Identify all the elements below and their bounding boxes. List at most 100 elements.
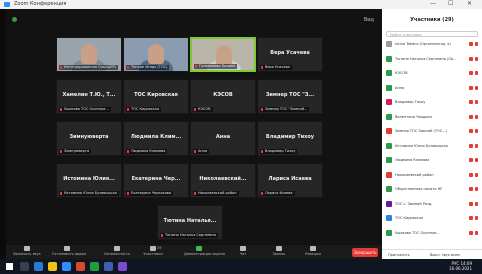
participant-tile[interactable]: Зимнуюверта Зимнуюверта: [56, 121, 122, 156]
participant-list-item[interactable]: КЭСОВ: [382, 68, 482, 79]
mic-muted-icon[interactable]: [475, 129, 478, 133]
video-off-icon[interactable]: [469, 187, 473, 191]
search-taskbar-icon[interactable]: [20, 262, 29, 271]
participant-list-item[interactable]: Николаевский район: [382, 170, 482, 181]
mic-muted-icon[interactable]: [475, 143, 478, 148]
window-title: Zoom Конференция: [14, 1, 67, 7]
mic-muted-icon[interactable]: [475, 172, 478, 177]
meeting-info-icon[interactable]: [12, 17, 17, 22]
video-off-icon[interactable]: [469, 216, 473, 220]
mute-all-button[interactable]: Выкл. звук всем: [430, 253, 460, 257]
file-explorer-icon[interactable]: [48, 262, 57, 271]
participant-tile[interactable]: Лариса Исаева Лариса Исаева: [257, 163, 323, 198]
participant-list-item[interactable]: Анна: [382, 83, 482, 94]
video-off-icon[interactable]: [469, 114, 473, 119]
video-off-icon[interactable]: [469, 158, 473, 162]
participant-tile[interactable]: Анна Анна: [190, 121, 256, 156]
mic-muted-icon[interactable]: [475, 100, 478, 104]
chat-button[interactable]: Чат: [228, 246, 258, 259]
video-off-icon[interactable]: [469, 42, 473, 46]
excel-app-icon[interactable]: [90, 262, 99, 271]
participant-tile[interactable]: Екатерина Чер... Екатерина Черкасова: [123, 163, 189, 198]
record-button[interactable]: Запись: [264, 246, 294, 259]
mic-muted-icon[interactable]: [475, 85, 478, 90]
toolbar-label: Запись: [272, 252, 286, 256]
video-off-icon[interactable]: [469, 201, 473, 206]
video-off-icon[interactable]: [469, 71, 473, 75]
participant-tile[interactable]: Тютина Наталья... Тютина Наталья Сергеевн…: [157, 205, 223, 240]
participant-list-item[interactable]: ТОС Кировская: [382, 213, 482, 224]
maximize-button[interactable]: ☐: [448, 0, 453, 7]
participant-tile[interactable]: Людмила Клим... Людмила Климова: [123, 121, 189, 156]
participant-list-item[interactable]: Общественная палата НР: [382, 184, 482, 195]
zoom-taskbar-icon[interactable]: [62, 262, 71, 271]
reactions-button[interactable]: Реакции: [298, 246, 328, 259]
participants-button[interactable]: Участники 29: [138, 246, 168, 259]
mic-muted-icon[interactable]: [475, 201, 478, 206]
video-off-icon[interactable]: [469, 230, 473, 235]
participant-tile[interactable]: Вера Усачева Вера Усачева: [257, 37, 323, 72]
view-button[interactable]: Вид: [364, 17, 374, 23]
participant-list-item[interactable]: Ушакова ТОС Окопное...: [382, 228, 482, 239]
edge-browser-icon[interactable]: [34, 262, 43, 271]
participant-name-label: ТОС Кировская: [126, 107, 161, 112]
mic-muted-icon[interactable]: [475, 56, 478, 61]
mic-muted-icon[interactable]: [475, 42, 478, 46]
participant-list-item[interactable]: Валентина Чердыня: [382, 112, 482, 123]
participant-list-item[interactable]: Людмила Климова: [382, 155, 482, 166]
participant-tile-name: КЭСОВ: [213, 92, 233, 98]
meeting-toolbar: Включить звук Остановить видео Безопасност…: [6, 245, 382, 259]
participant-list-item[interactable]: Истомина Юлия Бузавыцкая: [382, 141, 482, 152]
participant-avatar: [386, 157, 392, 163]
participant-tile[interactable]: Тенкин Игорь (ТОС): [123, 37, 189, 72]
mic-muted-icon[interactable]: [475, 71, 478, 75]
mic-muted-icon[interactable]: [475, 230, 478, 235]
participant-tile[interactable]: Владимир Тихоу Владимир Тихоу: [257, 121, 323, 156]
security-icon: [114, 246, 120, 251]
participant-list-item[interactable]: Владимир Тихоу: [382, 97, 482, 108]
participant-name-label: Вера Усачева: [260, 65, 292, 70]
participant-avatar: [386, 171, 392, 178]
participant-list-item[interactable]: Iutina Tatiana (Организатор, я): [382, 39, 482, 50]
participant-name-label: Ушакова ТОС Окопное...: [59, 107, 111, 112]
video-off-icon[interactable]: [469, 100, 473, 104]
close-button[interactable]: ✕: [467, 0, 472, 7]
participant-tile[interactable]: Хамелин Т.Ю., Т... Ушакова ТОС Окопное...: [56, 79, 122, 114]
word-app-icon[interactable]: [104, 262, 113, 271]
clock-date: 16.06.2021: [449, 266, 472, 271]
participant-tile[interactable]: ТОС Кировская ТОС Кировская: [123, 79, 189, 114]
participant-search-input[interactable]: Найти участника: [386, 31, 478, 37]
invite-button[interactable]: Пригласить: [388, 253, 410, 257]
participant-list-item[interactable]: ТОС с. Зимний Разд.: [382, 199, 482, 210]
chat-icon: [240, 246, 246, 251]
share-screen-button[interactable]: Демонстрация экрана: [184, 246, 225, 259]
mic-muted-icon[interactable]: [475, 158, 478, 162]
stop-video-button[interactable]: Остановить видео: [52, 246, 86, 259]
participant-list-item[interactable]: Тютина Наталья Сергеевна (Ор...: [382, 54, 482, 65]
participant-list-item[interactable]: Зимнер ТОС Зимний (ТОС...): [382, 126, 482, 137]
end-meeting-button[interactable]: Завершить: [352, 248, 378, 257]
participant-tile[interactable]: Голованова Полина: [190, 37, 256, 72]
participant-tile-name: ТОС Кировская: [134, 92, 178, 98]
security-button[interactable]: Безопасность: [102, 246, 132, 259]
viber-app-icon[interactable]: [118, 262, 127, 271]
unmute-button[interactable]: Включить звук: [12, 246, 42, 259]
mic-muted-icon[interactable]: [475, 187, 478, 191]
mic-muted-icon[interactable]: [475, 216, 478, 220]
start-menu-icon[interactable]: [6, 263, 13, 270]
mic-muted-icon[interactable]: [475, 114, 478, 119]
participant-tile[interactable]: КЭСОВ КЭСОВ: [190, 79, 256, 114]
video-off-icon[interactable]: [469, 56, 473, 61]
minimize-button[interactable]: —: [430, 0, 436, 7]
video-off-icon[interactable]: [469, 129, 473, 133]
participant-tile[interactable]: Николаевский... Николаевский район: [190, 163, 256, 198]
participant-tile[interactable]: Интегрированная Ольга(ЕР): [56, 37, 122, 72]
office-app-icon[interactable]: [76, 262, 85, 271]
participant-tile[interactable]: Зимнер ТОС "З... Зимнер ТОС "Зимний...: [257, 79, 323, 114]
unmute-icon: [24, 246, 30, 251]
participant-tile[interactable]: Истомина Юлия... Истомина Юлия Бузавыцкая: [56, 163, 122, 198]
video-off-icon[interactable]: [469, 143, 473, 148]
video-off-icon[interactable]: [469, 172, 473, 177]
video-off-icon[interactable]: [469, 85, 473, 90]
participant-name-label: Интегрированная Ольга(ЕР): [59, 65, 119, 70]
